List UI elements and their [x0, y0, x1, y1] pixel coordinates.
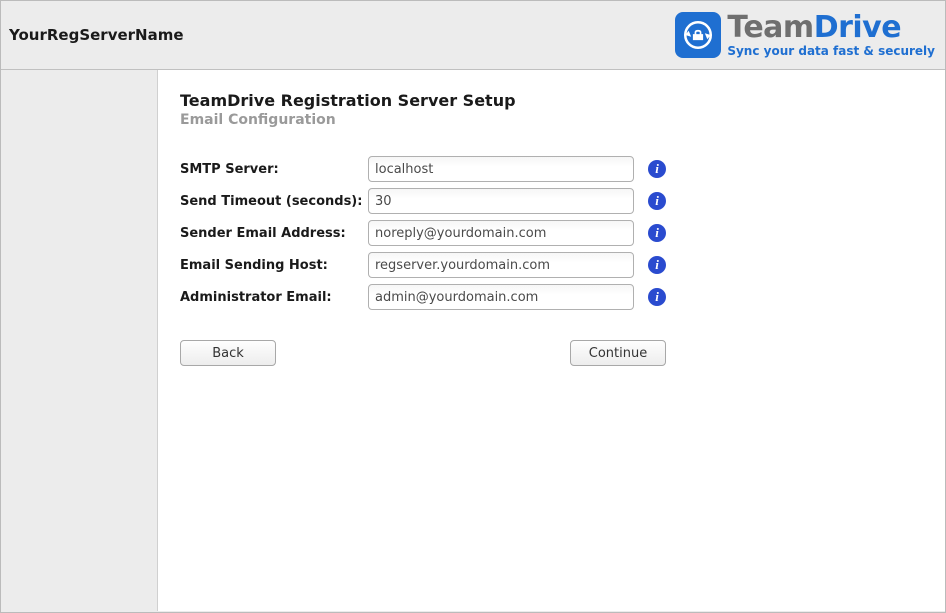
brand-tagline: Sync your data fast & securely	[727, 45, 935, 57]
input-send-timeout[interactable]	[368, 188, 634, 214]
info-icon[interactable]: i	[648, 256, 666, 274]
button-row: Back Continue	[180, 340, 666, 366]
row-sending-host: Email Sending Host: i	[180, 252, 921, 278]
input-sending-host[interactable]	[368, 252, 634, 278]
label-admin-email: Administrator Email:	[180, 290, 368, 305]
row-smtp-server: SMTP Server: i	[180, 156, 921, 182]
content: TeamDrive Registration Server Setup Emai…	[158, 70, 945, 611]
brand-name: TeamDrive	[727, 13, 935, 43]
input-smtp-server[interactable]	[368, 156, 634, 182]
continue-button[interactable]: Continue	[570, 340, 666, 366]
back-button[interactable]: Back	[180, 340, 276, 366]
logo-text: TeamDrive Sync your data fast & securely	[727, 13, 935, 57]
info-icon[interactable]: i	[648, 192, 666, 210]
app-window: YourRegServerName TeamDrive Sync your da…	[0, 0, 946, 613]
label-sender-email: Sender Email Address:	[180, 226, 368, 241]
input-admin-email[interactable]	[368, 284, 634, 310]
main-area: TeamDrive Registration Server Setup Emai…	[1, 70, 945, 611]
row-send-timeout: Send Timeout (seconds): i	[180, 188, 921, 214]
sidebar	[1, 70, 158, 611]
reg-server-name: YourRegServerName	[9, 26, 184, 44]
label-send-timeout: Send Timeout (seconds):	[180, 194, 368, 209]
row-admin-email: Administrator Email: i	[180, 284, 921, 310]
label-smtp-server: SMTP Server:	[180, 162, 368, 177]
teamdrive-logo-icon	[675, 12, 721, 58]
brand-team: Team	[727, 10, 813, 45]
info-icon[interactable]: i	[648, 288, 666, 306]
logo: TeamDrive Sync your data fast & securely	[675, 12, 935, 58]
brand-drive: Drive	[814, 10, 901, 45]
header: YourRegServerName TeamDrive Sync your da…	[1, 1, 945, 70]
info-icon[interactable]: i	[648, 160, 666, 178]
page-title: TeamDrive Registration Server Setup	[180, 91, 921, 110]
input-sender-email[interactable]	[368, 220, 634, 246]
row-sender-email: Sender Email Address: i	[180, 220, 921, 246]
label-sending-host: Email Sending Host:	[180, 258, 368, 273]
page-subtitle: Email Configuration	[180, 112, 921, 128]
info-icon[interactable]: i	[648, 224, 666, 242]
